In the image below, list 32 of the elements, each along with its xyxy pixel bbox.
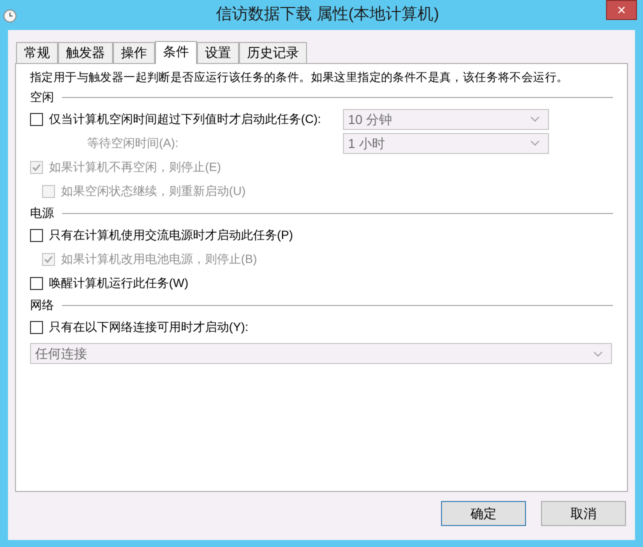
- tab[interactable]: 触发器: [58, 42, 113, 63]
- window-title: 信访数据下载 属性(本地计算机): [214, 4, 440, 25]
- tab[interactable]: 历史记录: [239, 42, 307, 63]
- checkbox[interactable]: [30, 320, 43, 334]
- chevron-icon: [530, 140, 540, 146]
- tab[interactable]: 设置: [197, 42, 239, 63]
- checkmark-icon: [44, 254, 53, 264]
- checkbox-label: 如果空闲状态继续，则重新启动(U): [61, 183, 246, 200]
- checkbox-label: 只有在以下网络连接可用时才启动(Y):: [49, 319, 248, 336]
- tab[interactable]: 操作: [113, 42, 155, 63]
- clock-icon: [3, 9, 17, 23]
- checkbox[interactable]: [30, 112, 43, 126]
- checkmark-icon: [32, 162, 41, 172]
- description: 指定用于与触发器一起判断是否应运行该任务的条件。如果这里指定的条件不是真，该任务将不会运行。: [29, 70, 570, 86]
- field-label: 等待空闲时间(A):: [87, 136, 178, 150]
- checkbox[interactable]: [30, 276, 43, 290]
- dialog-button[interactable]: 确定: [441, 501, 526, 526]
- checkbox-label: 如果计算机改用电池电源，则停止(B): [61, 251, 257, 268]
- section-heading: 电源: [30, 205, 54, 222]
- chevron-icon: [530, 116, 540, 122]
- checkbox-label: 如果计算机不再空闲，则停止(E): [49, 159, 221, 176]
- checkbox-label: 唤醒计算机运行此任务(W): [49, 275, 188, 292]
- checkbox-label: 只有在计算机使用交流电源时才启动此任务(P): [49, 227, 293, 244]
- checkbox-label: 仅当计算机空闲时间超过下列值时才启动此任务(C):: [49, 111, 321, 128]
- checkbox[interactable]: [30, 228, 43, 242]
- tab[interactable]: 条件: [155, 41, 197, 64]
- close-button[interactable]: ×: [606, 0, 637, 20]
- chevron-icon: [593, 350, 603, 357]
- section-heading: 网络: [30, 297, 54, 314]
- tab[interactable]: 常规: [16, 42, 58, 63]
- dialog-button[interactable]: 取消: [541, 501, 626, 526]
- section-heading: 空闲: [30, 89, 54, 106]
